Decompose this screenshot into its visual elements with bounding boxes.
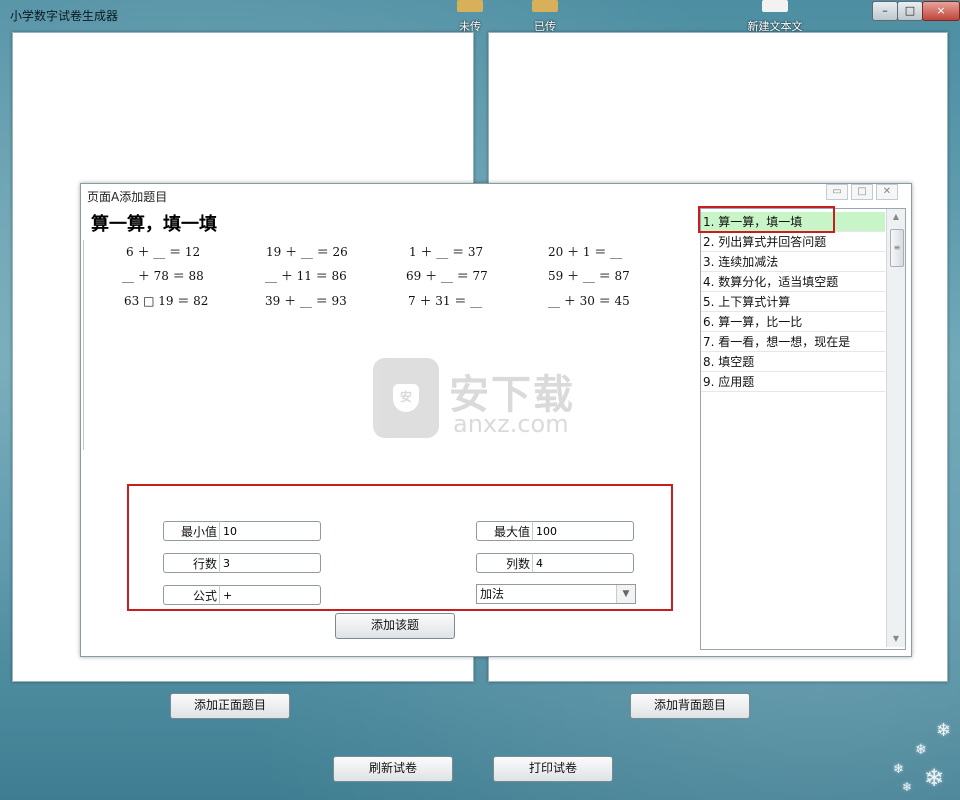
dialog-minimize-icon[interactable]: ▭ [826,184,848,200]
question-type-list[interactable]: 1. 算一算，填一填 2. 列出算式并回答问题 3. 连续加减法 4. 数算分化… [698,206,906,650]
title-bar: 小学数字试卷生成器 未传 已传 新建文本文 – □ × [0,0,960,33]
operation-value: 加法 [480,587,505,601]
folder-icon [532,0,558,12]
dialog-close-icon[interactable]: ✕ [876,184,898,200]
problem-item: 63 □ 19 ＝ 82 [124,294,209,308]
list-item[interactable]: 8. 填空题 [701,352,885,372]
list-item[interactable]: 7. 看一看，想一想，现在是 [701,332,885,352]
min-value-label: 最小值 [163,521,219,541]
add-question-dialog: 页面A添加题目 ▭ □ ✕ 算一算，填一填 6 ＋ __ ＝ 12 19 ＋ _… [80,183,912,657]
problem-item: __ ＋ 30 ＝ 45 [548,294,630,308]
shield-icon: 安 [393,384,419,412]
list-item[interactable]: 2. 列出算式并回答问题 [701,232,885,252]
section-title: 算一算，填一填 [91,214,217,235]
add-question-button[interactable]: 添加该题 [335,613,455,639]
add-front-question-button[interactable]: 添加正面题目 [170,693,290,719]
max-value-label: 最大值 [476,521,532,541]
desktop-file-icon[interactable]: 新建文本文 [740,0,810,33]
problem-item: 39 ＋ __ ＝ 93 [265,294,347,308]
rows-input[interactable] [219,553,321,573]
watermark: 安 安下载 anxz.com [373,358,593,438]
problem-item: 19 ＋ __ ＝ 26 [266,245,348,259]
problem-item: 59 ＋ __ ＝ 87 [548,269,630,283]
text-file-icon [762,0,788,12]
list-item[interactable]: 3. 连续加减法 [701,252,885,272]
close-button[interactable]: × [922,1,960,21]
list-scrollbar[interactable]: ▲ ≡ ▼ [886,209,905,647]
watermark-logo: 安 [373,358,439,438]
max-value-input[interactable] [532,521,634,541]
operation-select[interactable]: 加法 ▼ [476,584,636,604]
list-item[interactable]: 6. 算一算，比一比 [701,312,885,332]
chevron-down-icon[interactable]: ▼ [616,585,635,603]
desktop-folder-icon[interactable]: 已传 [523,0,567,33]
formula-input[interactable] [219,585,321,605]
scroll-thumb[interactable]: ≡ [890,229,904,267]
snowflake-icon: ❄ [936,720,952,741]
list-item[interactable]: 4. 数算分化，适当填空题 [701,272,885,292]
problem-item: 1 ＋ __ ＝ 37 [409,245,484,259]
problem-item: 7 ＋ 31 ＝ __ [408,294,483,308]
dialog-title: 页面A添加题目 [87,190,168,204]
add-back-question-button[interactable]: 添加背面题目 [630,693,750,719]
selection-highlight [698,206,835,233]
problem-item: 20 ＋ 1 ＝ __ [548,245,623,259]
parameter-panel: 最小值 最大值 行数 列数 公式 加法 ▼ [127,484,673,611]
snowflake-icon: ❄ [902,780,913,794]
list-item[interactable]: 5. 上下算式计算 [701,292,885,312]
scroll-down-icon[interactable]: ▼ [887,631,905,647]
folder-icon [457,0,483,12]
problem-item: 69 ＋ __ ＝ 77 [406,269,488,283]
list-item[interactable]: 9. 应用题 [701,372,885,392]
columns-label: 列数 [476,553,532,573]
print-paper-button[interactable]: 打印试卷 [493,756,613,782]
scroll-up-icon[interactable]: ▲ [887,209,905,225]
app-title: 小学数字试卷生成器 [10,9,119,23]
maximize-button[interactable]: □ [897,1,923,21]
problem-item: __ ＋ 78 ＝ 88 [122,269,204,283]
min-value-input[interactable] [219,521,321,541]
refresh-paper-button[interactable]: 刷新试卷 [333,756,453,782]
formula-label: 公式 [163,585,219,605]
columns-input[interactable] [532,553,634,573]
snowflake-icon: ❄ [915,742,927,758]
minimize-button[interactable]: – [872,1,898,21]
snowflake-icon: ❄ [924,764,945,792]
problem-item: __ ＋ 11 ＝ 86 [265,269,347,283]
watermark-subtext: anxz.com [453,410,569,438]
snowflake-icon: ❄ [893,762,904,777]
rows-label: 行数 [163,553,219,573]
dialog-maximize-icon[interactable]: □ [851,184,873,200]
problem-item: 6 ＋ __ ＝ 12 [126,245,201,259]
desktop-folder-icon[interactable]: 未传 [448,0,492,33]
